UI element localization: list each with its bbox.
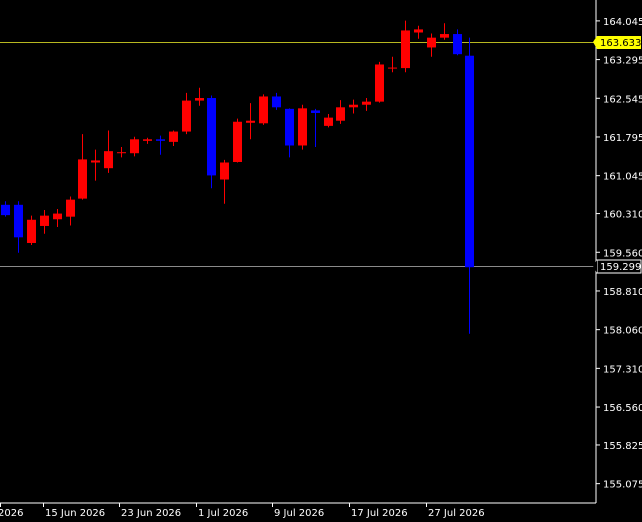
y-tick-label: 161.795 xyxy=(603,133,642,144)
y-tick-label: 158.810 xyxy=(603,287,642,298)
y-tick-label: 160.310 xyxy=(603,210,642,221)
x-tick-label: 27 Jul 2026 xyxy=(428,508,485,519)
candle-body xyxy=(1,204,10,216)
x-tick-label: 17 Jul 2026 xyxy=(351,508,408,519)
y-tick-label: 164.045 xyxy=(603,17,642,28)
candle-body xyxy=(388,67,397,69)
candle-body xyxy=(169,131,178,142)
candle-body xyxy=(117,152,126,154)
x-tick-label: 1 Jul 2026 xyxy=(198,508,248,519)
candle-body xyxy=(440,34,449,38)
candle xyxy=(259,94,268,125)
candle-body xyxy=(182,100,191,132)
candle-body xyxy=(14,204,23,238)
candle xyxy=(207,95,216,189)
candle-body xyxy=(324,117,333,126)
candle-body xyxy=(259,96,268,124)
x-tick-label: 15 Jun 2026 xyxy=(45,508,105,519)
chart-background xyxy=(0,0,642,522)
x-tick-label: 23 Jun 2026 xyxy=(121,508,181,519)
y-tick-label: 163.295 xyxy=(603,56,642,67)
candle-body xyxy=(40,215,49,226)
y-tick-label: 157.310 xyxy=(603,364,642,375)
candle-body xyxy=(311,110,320,113)
candle-body xyxy=(27,219,36,243)
price-tag-label: 159.299 xyxy=(600,262,641,273)
candle xyxy=(298,104,307,150)
candle-body xyxy=(156,139,165,141)
chart-svg[interactable]: 164.045 163.295 162.545 161.795 161.045 160.3… xyxy=(0,0,642,522)
candle-body xyxy=(427,37,436,48)
candle-body xyxy=(207,98,216,176)
y-tick-label: 159.560 xyxy=(603,248,642,259)
y-tick-label: 155.825 xyxy=(603,441,642,452)
candle xyxy=(27,215,36,246)
candle-body xyxy=(285,108,294,146)
candle-body xyxy=(66,199,75,217)
candle-body xyxy=(272,96,281,108)
candle-body xyxy=(78,159,87,199)
candle-body xyxy=(53,213,62,220)
candle-body xyxy=(414,29,423,33)
price-chart[interactable]: 164.045 163.295 162.545 161.795 161.045 160.3… xyxy=(0,0,642,522)
y-tick-label: 158.060 xyxy=(603,326,642,337)
y-tick-label: 155.075 xyxy=(603,480,642,491)
candle-body xyxy=(91,160,100,163)
y-tick-label: 156.560 xyxy=(603,403,642,414)
candle-body xyxy=(362,101,371,105)
candle-body xyxy=(233,121,242,162)
candle-body xyxy=(401,30,410,69)
candle-body xyxy=(104,151,113,169)
candle-body xyxy=(349,104,358,108)
candle-body xyxy=(465,55,474,268)
candle-body xyxy=(220,162,229,180)
candle-body xyxy=(336,107,345,121)
x-tick-label: 2026 xyxy=(0,508,23,519)
candle xyxy=(233,118,242,163)
x-tick-label: 9 Jul 2026 xyxy=(274,508,324,519)
candle-body xyxy=(130,139,139,154)
y-tick-label: 162.545 xyxy=(603,94,642,105)
y-tick-label: 161.045 xyxy=(603,172,642,183)
price-tag-label: 163.633 xyxy=(600,38,641,49)
candle-body xyxy=(143,139,152,141)
candle-body xyxy=(195,98,204,101)
candle-body xyxy=(246,120,255,123)
candle-body xyxy=(453,34,462,55)
candle xyxy=(375,61,384,103)
candle-body xyxy=(298,108,307,146)
candle-body xyxy=(375,64,384,102)
